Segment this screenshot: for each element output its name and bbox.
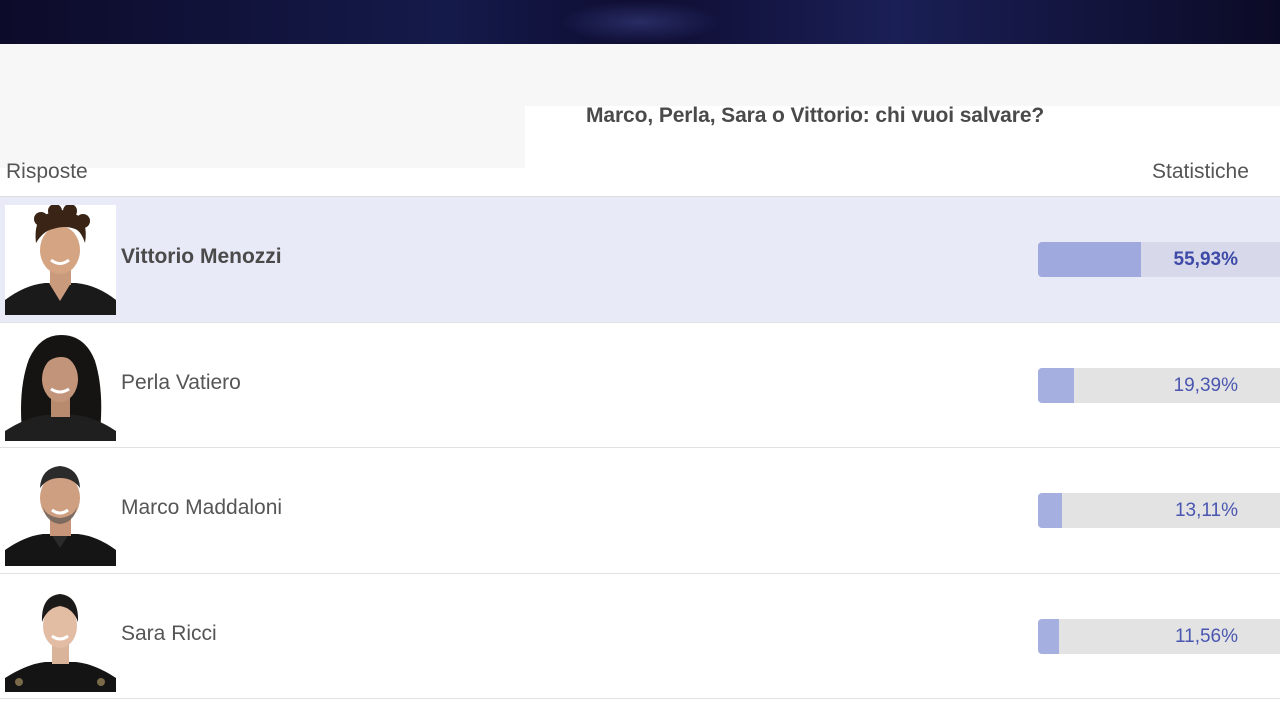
poll-option-marco[interactable]: Marco Maddaloni 13,11%: [0, 448, 1280, 574]
percentage-label: 13,11%: [1174, 500, 1238, 521]
percentage-bar: 19,39%: [1038, 367, 1280, 403]
stats-column-header: Statistiche: [1152, 160, 1249, 183]
avatar-photo: [5, 330, 116, 441]
top-banner: [0, 0, 1280, 44]
avatar-photo: [5, 581, 116, 692]
percentage-label: 11,56%: [1174, 625, 1238, 647]
poll-question: Marco, Perla, Sara o Vittorio: chi vuoi …: [586, 104, 1045, 127]
avatar-photo: [5, 456, 116, 566]
percentage-bar-fill: [1038, 367, 1074, 403]
percentage-bar: 11,56%: [1038, 618, 1280, 654]
percentage-bar-fill: [1038, 618, 1060, 654]
option-name: Perla Vatiero: [121, 370, 241, 394]
header-wedge: [525, 106, 585, 168]
percentage-bar: 55,93%: [1038, 242, 1280, 277]
answers-column-header: Risposte: [6, 160, 88, 183]
poll-option-vittorio[interactable]: Vittorio Menozzi 55,93%: [0, 197, 1280, 323]
percentage-bar-fill: [1038, 242, 1141, 277]
poll-options-list: Vittorio Menozzi 55,93% Perla Vatiero 19…: [0, 197, 1280, 699]
percentage-bar-fill: [1038, 493, 1063, 528]
option-name: Marco Maddaloni: [121, 496, 283, 519]
option-name: Sara Ricci: [121, 621, 217, 645]
poll-option-sara[interactable]: Sara Ricci 11,56%: [0, 573, 1280, 699]
poll-option-perla[interactable]: Perla Vatiero 19,39%: [0, 322, 1280, 448]
avatar-photo: [5, 205, 116, 315]
option-name: Vittorio Menozzi: [121, 245, 282, 268]
percentage-label: 55,93%: [1173, 249, 1238, 270]
percentage-label: 19,39%: [1173, 374, 1238, 396]
percentage-bar: 13,11%: [1038, 493, 1280, 528]
